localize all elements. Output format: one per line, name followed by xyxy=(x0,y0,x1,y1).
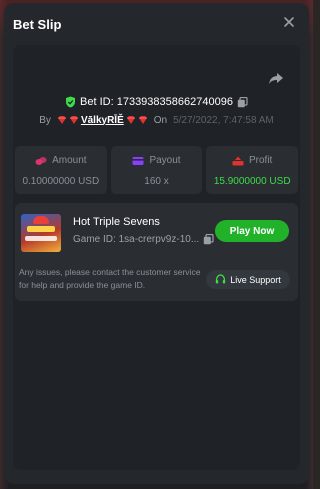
modal-header: Bet Slip xyxy=(4,3,309,45)
copy-icon[interactable] xyxy=(237,96,248,108)
bet-stats: Amount 0.10000000 USD Payout 160 x Profi… xyxy=(15,146,299,194)
username-link[interactable]: VālkyRĪĚ xyxy=(81,115,124,126)
bet-by-row: By VālkyRĪĚ On 5/27/2022, 7:47:58 AM xyxy=(13,112,300,128)
play-now-button[interactable]: Play Now xyxy=(215,220,289,242)
on-label: On xyxy=(153,114,168,126)
copy-icon[interactable] xyxy=(203,234,214,245)
stat-amount: Amount 0.10000000 USD xyxy=(15,146,107,194)
profit-icon xyxy=(232,156,244,166)
live-support-label: Live Support xyxy=(230,274,281,285)
coins-icon xyxy=(35,156,47,166)
stat-label: Amount xyxy=(52,155,87,166)
game-thumbnail[interactable] xyxy=(21,214,61,252)
game-id-text: Game ID: 1sa-crerpv9z-10... xyxy=(73,234,200,245)
by-label: By xyxy=(39,114,51,126)
close-icon[interactable] xyxy=(281,14,297,30)
bet-id-row: Bet ID: 1733938358662740096 xyxy=(13,93,300,111)
live-support-button[interactable]: Live Support xyxy=(206,270,290,289)
game-id-row: Game ID: 1sa-crerpv9z-10... xyxy=(73,234,214,245)
ruby-gem-icon xyxy=(126,116,136,124)
ruby-gem-icon xyxy=(57,116,67,124)
stat-label: Payout xyxy=(149,155,181,166)
stat-value: 160 x xyxy=(144,176,169,187)
modal-title: Bet Slip xyxy=(13,17,62,32)
stat-profit: Profit 15.9000000 USD xyxy=(206,146,299,194)
bet-details-card: Bet ID: 1733938358662740096 By VālkyRĪĚ xyxy=(13,45,300,470)
bet-slip-modal: Bet Slip Bet ID: 1733938358662740096 By … xyxy=(4,3,309,484)
shield-check-icon xyxy=(65,96,76,108)
bet-date: 5/27/2022, 7:47:58 AM xyxy=(173,114,274,126)
stat-payout: Payout 160 x xyxy=(110,146,203,194)
card-icon xyxy=(132,156,144,166)
share-icon[interactable] xyxy=(268,70,284,86)
headset-icon xyxy=(215,274,226,285)
stat-value: 15.9000000 USD xyxy=(213,176,291,187)
stat-label: Profit xyxy=(249,155,273,166)
game-panel: Hot Triple Sevens Game ID: 1sa-crerpv9z-… xyxy=(15,203,298,301)
ruby-gem-icon xyxy=(138,116,148,124)
ruby-gem-icon xyxy=(69,116,79,124)
user-badge[interactable]: VālkyRĪĚ xyxy=(57,115,148,126)
stat-value: 0.10000000 USD xyxy=(22,176,100,187)
support-notice: Any issues, please contact the customer … xyxy=(19,267,201,290)
bet-id-text: Bet ID: 1733938358662740096 xyxy=(80,96,233,108)
game-name: Hot Triple Sevens xyxy=(73,216,160,228)
